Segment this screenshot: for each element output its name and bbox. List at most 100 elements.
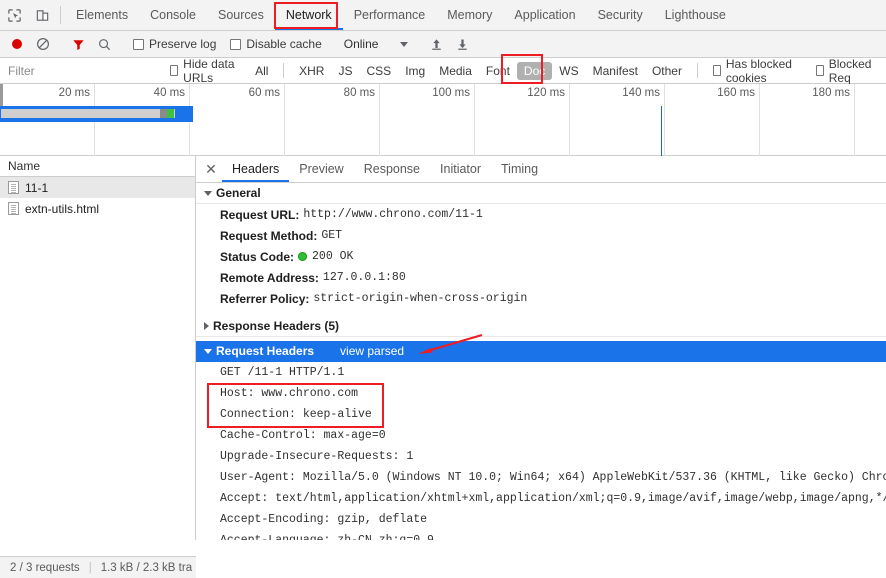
has-blocked-cookies-checkbox[interactable]: Has blocked cookies — [706, 57, 809, 85]
filter-type-xhr[interactable]: XHR — [292, 62, 331, 80]
export-har-icon[interactable] — [449, 33, 475, 55]
request-row-11-1[interactable]: 11-1 — [0, 177, 195, 198]
tab-headers[interactable]: Headers — [222, 156, 289, 182]
tab-console-label: Console — [150, 8, 196, 22]
detail-tabstrip: ✕ Headers Preview Response Initiator Tim… — [196, 156, 886, 183]
record-button-icon[interactable] — [4, 33, 30, 55]
filter-divider-2 — [697, 63, 698, 78]
document-icon — [8, 202, 19, 215]
hide-data-urls-label: Hide data URLs — [183, 57, 241, 85]
document-icon — [8, 181, 19, 194]
tab-security[interactable]: Security — [587, 0, 654, 30]
inspect-element-icon[interactable] — [0, 0, 28, 30]
overview-tick-label: 100 ms — [432, 87, 470, 99]
request-method-key: Request Method: — [220, 229, 317, 243]
request-list-header[interactable]: Name — [0, 156, 195, 177]
filter-input[interactable] — [4, 61, 163, 80]
overview-tick: 180 ms — [760, 84, 855, 156]
request-list-pane: Name 11-1 extn-utils.html — [0, 156, 196, 540]
disable-cache-checkbox[interactable]: Disable cache — [223, 37, 328, 51]
overview-download-segment — [167, 109, 174, 118]
tab-elements[interactable]: Elements — [65, 0, 139, 30]
tab-performance-label: Performance — [354, 8, 426, 22]
preserve-log-checkbox[interactable]: Preserve log — [126, 37, 223, 51]
filter-type-doc[interactable]: Doc — [517, 62, 552, 80]
tab-sources[interactable]: Sources — [207, 0, 275, 30]
tab-security-label: Security — [598, 8, 643, 22]
search-icon[interactable] — [91, 33, 117, 55]
overview-wait-segment — [160, 109, 167, 118]
clear-icon[interactable] — [30, 33, 56, 55]
hide-data-urls-checkbox[interactable]: Hide data URLs — [163, 57, 248, 85]
filter-type-css[interactable]: CSS — [360, 62, 399, 80]
filter-type-other[interactable]: Other — [645, 62, 689, 80]
overview-tick: 80 ms — [285, 84, 380, 156]
filter-type-all[interactable]: All — [248, 62, 275, 80]
filter-type-media[interactable]: Media — [432, 62, 479, 80]
tab-response[interactable]: Response — [354, 156, 430, 182]
filter-divider — [283, 63, 284, 78]
remote-address-value: 127.0.0.1:80 — [323, 271, 406, 284]
overview-tick-label: 40 ms — [154, 87, 185, 99]
tab-lighthouse-label: Lighthouse — [665, 8, 726, 22]
tab-headers-label: Headers — [232, 162, 279, 176]
section-request-headers[interactable]: Request Headers view parsed — [196, 341, 886, 362]
filter-type-js[interactable]: JS — [331, 62, 359, 80]
general-row-remote-address: Remote Address: 127.0.0.1:80 — [196, 267, 886, 288]
filter-type-manifest[interactable]: Manifest — [586, 62, 645, 80]
tab-initiator[interactable]: Initiator — [430, 156, 491, 182]
dom-content-loaded-marker — [661, 106, 662, 156]
throttling-select[interactable]: Online — [338, 37, 415, 51]
tab-network[interactable]: Network — [275, 0, 343, 30]
overview-selection-band[interactable] — [0, 106, 193, 122]
import-har-icon[interactable] — [423, 33, 449, 55]
tab-timing-label: Timing — [501, 162, 538, 176]
close-icon[interactable]: ✕ — [200, 156, 222, 182]
filter-type-font[interactable]: Font — [479, 62, 517, 80]
overview-tick-label: 140 ms — [622, 87, 660, 99]
throttling-value: Online — [344, 37, 379, 51]
tab-lighthouse[interactable]: Lighthouse — [654, 0, 737, 30]
tab-application[interactable]: Application — [503, 0, 586, 30]
headers-detail-content: General Request URL: http://www.chrono.c… — [196, 183, 886, 540]
filter-type-img[interactable]: Img — [398, 62, 432, 80]
filter-type-ws[interactable]: WS — [552, 62, 585, 80]
filter-type-ws-label: WS — [559, 64, 578, 78]
network-status-bar: 2 / 3 requests | 1.3 kB / 2.3 kB tra — [0, 556, 196, 578]
status-transferred: 1.3 kB / 2.3 kB tra — [101, 562, 192, 574]
network-overview-timeline[interactable]: 20 ms40 ms60 ms80 ms100 ms120 ms140 ms16… — [0, 84, 886, 156]
request-header-line: Accept-Encoding: gzip, deflate — [196, 509, 886, 530]
request-row-extn-utils[interactable]: extn-utils.html — [0, 198, 195, 219]
request-headers-raw-list: GET /11-1 HTTP/1.1Host: www.chrono.comCo… — [196, 362, 886, 540]
network-control-toolbar: Preserve log Disable cache Online — [0, 31, 886, 58]
tab-preview[interactable]: Preview — [289, 156, 353, 182]
section-response-headers[interactable]: Response Headers (5) — [196, 316, 886, 337]
overview-tick: 100 ms — [380, 84, 475, 156]
filter-type-other-label: Other — [652, 64, 682, 78]
has-blocked-cookies-box — [713, 65, 721, 76]
tab-performance[interactable]: Performance — [343, 0, 437, 30]
section-request-headers-title: Request Headers — [216, 344, 314, 358]
triangle-down-icon — [204, 349, 212, 354]
blocked-requests-checkbox[interactable]: Blocked Req — [809, 57, 882, 85]
request-url-key: Request URL: — [220, 208, 299, 222]
filter-funnel-icon[interactable] — [65, 33, 91, 55]
status-code-key: Status Code: — [220, 250, 294, 264]
tab-memory[interactable]: Memory — [436, 0, 503, 30]
general-row-request-method: Request Method: GET — [196, 225, 886, 246]
remote-address-key: Remote Address: — [220, 271, 319, 285]
section-general[interactable]: General — [196, 183, 886, 204]
tab-timing[interactable]: Timing — [491, 156, 548, 182]
request-header-line: User-Agent: Mozilla/5.0 (Windows NT 10.0… — [196, 467, 886, 488]
request-header-line: Connection: keep-alive — [196, 404, 886, 425]
filter-type-all-label: All — [255, 64, 268, 78]
request-header-line: Accept: text/html,application/xhtml+xml,… — [196, 488, 886, 509]
overview-tick-label: 120 ms — [527, 87, 565, 99]
device-toolbar-icon[interactable] — [28, 0, 56, 30]
referrer-policy-key: Referrer Policy: — [220, 292, 309, 306]
triangle-down-icon — [204, 191, 212, 196]
view-parsed-link[interactable]: view parsed — [340, 344, 404, 358]
tab-console[interactable]: Console — [139, 0, 207, 30]
disable-cache-label: Disable cache — [246, 37, 321, 51]
filter-type-js-label: JS — [338, 64, 352, 78]
